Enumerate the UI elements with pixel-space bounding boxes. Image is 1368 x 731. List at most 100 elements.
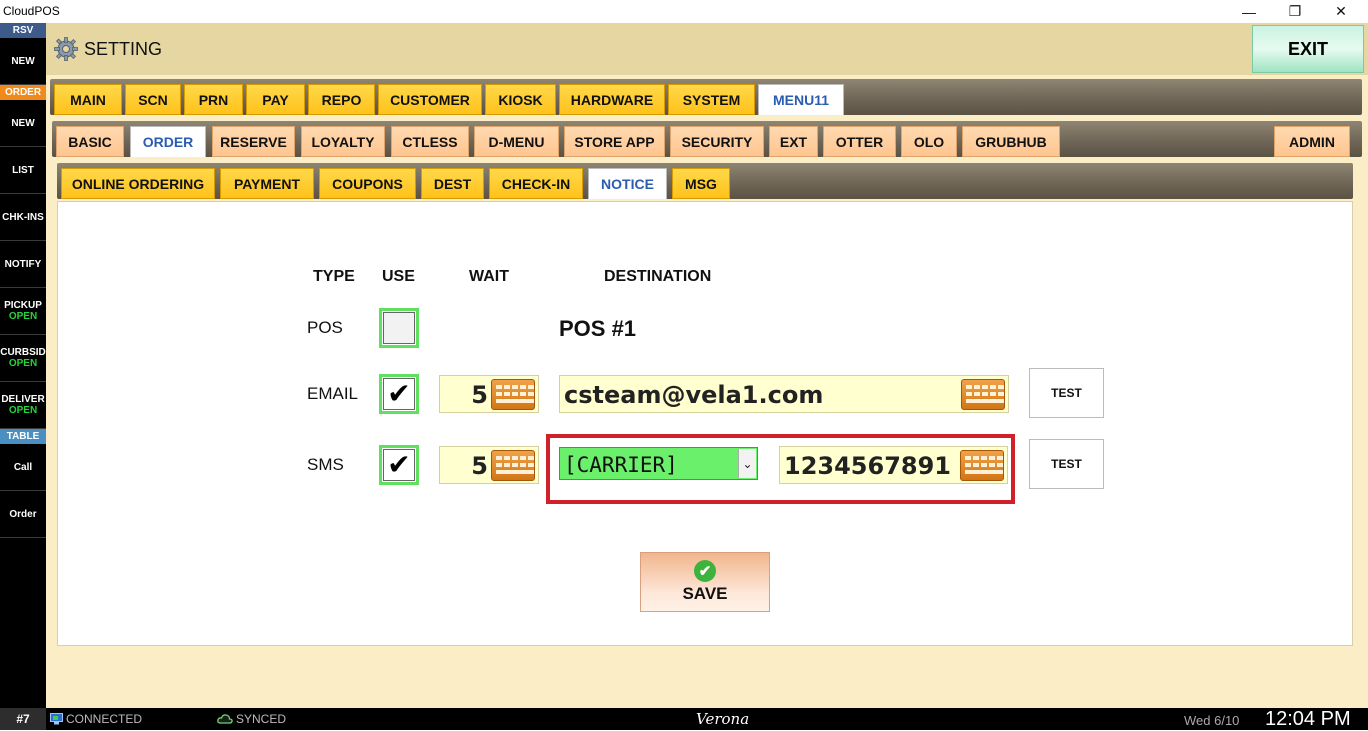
row-label-sms: SMS [307,455,344,474]
connection-status: CONNECTED [66,712,143,726]
sidebar-delivery-button[interactable]: DELIVER OPEN [0,382,46,429]
tab-repo[interactable]: REPO [308,84,375,115]
sidebar-header-table: TABLE [0,429,46,444]
sync-status: SYNCED [236,712,287,726]
row-label-email: EMAIL [307,384,359,403]
email-test-button[interactable]: TEST [1029,368,1104,418]
pos-use-checkbox[interactable] [379,308,419,348]
exit-button[interactable]: EXIT [1252,25,1364,73]
tab-system[interactable]: SYSTEM [668,84,755,115]
tab-otter[interactable]: OTTER [823,126,896,157]
save-button-label: SAVE [682,584,728,603]
tab-msg[interactable]: MSG [672,168,730,199]
save-button[interactable]: ✔ SAVE [640,552,770,612]
curbside-status: OPEN [8,358,38,369]
checkmark-icon: ✔ [383,378,415,410]
carrier-select[interactable]: [CARRIER] ⌄ [559,447,758,480]
column-header-wait: WAIT [469,268,509,285]
tab-grubhub[interactable]: GRUBHUB [962,126,1060,157]
keyboard-icon[interactable] [491,450,535,481]
sms-use-checkbox[interactable]: ✔ [379,445,419,485]
sidebar-notify-button[interactable]: NOTIFY [0,241,46,288]
tab-scn[interactable]: SCN [125,84,181,115]
sidebar-chk-ins-button[interactable]: CHK-INS [0,194,46,241]
tab-online-ordering[interactable]: ONLINE ORDERING [61,168,215,199]
network-icon [50,713,63,725]
tab-coupons[interactable]: COUPONS [319,168,416,199]
column-header-type: TYPE [313,268,355,285]
keyboard-icon[interactable] [491,379,535,410]
sidebar-order-button[interactable]: Order [0,491,46,538]
notice-settings-panel: TYPE USE WAIT DESTINATION POS POS #1 EMA… [57,201,1353,646]
tab-customer[interactable]: CUSTOMER [378,84,482,115]
keyboard-icon[interactable] [961,379,1005,410]
sidebar-item-label: NEW [11,117,35,129]
sidebar-item-label: LIST [12,164,34,176]
setting-header: SETTING EXIT [46,23,1368,75]
pickup-status: OPEN [8,311,38,322]
email-destination-value: csteam@vela1.com [564,381,824,409]
sidebar-list-button[interactable]: LIST [0,147,46,194]
tab-admin[interactable]: ADMIN [1274,126,1350,157]
sms-wait-value: 5 [471,452,488,480]
tab-order[interactable]: ORDER [130,126,206,157]
sidebar-pickup-button[interactable]: PICKUP OPEN [0,288,46,335]
sub-tab-bar: BASIC ORDER RESERVE LOYALTY CTLESS D-MEN… [52,121,1362,157]
main-tab-bar: MAIN SCN PRN PAY REPO CUSTOMER KIOSK HAR… [50,79,1362,115]
sidebar-item-label: PICKUP [4,300,42,311]
email-destination-field[interactable]: csteam@vela1.com [559,375,1009,413]
sidebar-header-order: ORDER [0,85,46,100]
tab-main[interactable]: MAIN [54,84,122,115]
pos-destination: POS #1 [559,316,637,341]
sms-phone-field[interactable]: 1234567891 [779,446,1008,484]
store-name: Verona [696,710,750,728]
main-area: SETTING EXIT MAIN SCN PRN PAY REPO CUSTO… [46,23,1368,708]
sidebar-new-reservation-button[interactable]: NEW [0,38,46,85]
minimize-button[interactable]: — [1226,0,1272,23]
gear-icon [54,37,78,61]
tab-menu11[interactable]: MENU11 [758,84,844,115]
restore-icon: ❐ [1288,3,1302,19]
tab-ext[interactable]: EXT [769,126,818,157]
tab-pay[interactable]: PAY [246,84,305,115]
cloud-icon [217,714,233,724]
sidebar-call-button[interactable]: Call [0,444,46,491]
status-date: Wed 6/10 [1184,713,1240,728]
email-wait-field[interactable]: 5 [439,375,539,413]
left-sidebar: RSV NEW ORDER NEW LIST CHK-INS NOTIFY PI… [0,23,46,708]
tab-dest[interactable]: DEST [421,168,484,199]
sidebar-new-order-button[interactable]: NEW [0,100,46,147]
chevron-down-icon: ⌄ [738,449,756,478]
tab-check-in[interactable]: CHECK-IN [489,168,583,199]
close-button[interactable]: ✕ [1318,0,1364,23]
keyboard-icon[interactable] [960,450,1004,481]
email-use-checkbox[interactable]: ✔ [379,374,419,414]
terminal-number: #7 [0,708,46,730]
tab-ctless[interactable]: CTLESS [391,126,469,157]
app-title: CloudPOS [3,4,60,18]
tab-basic[interactable]: BASIC [56,126,124,157]
sidebar-header-rsv: RSV [0,23,46,38]
minimize-icon: — [1242,3,1256,20]
tab-reserve[interactable]: RESERVE [212,126,295,157]
sms-phone-value: 1234567891 [784,452,951,480]
tab-d-menu[interactable]: D-MENU [474,126,559,157]
delivery-status: OPEN [8,405,38,416]
sidebar-curbside-button[interactable]: CURBSID OPEN [0,335,46,382]
sms-wait-field[interactable]: 5 [439,446,539,484]
tab-store-app[interactable]: STORE APP [564,126,665,157]
tab-notice[interactable]: NOTICE [588,168,667,199]
sidebar-item-label: CHK-INS [2,211,44,223]
tab-kiosk[interactable]: KIOSK [485,84,556,115]
sms-test-button[interactable]: TEST [1029,439,1104,489]
tab-loyalty[interactable]: LOYALTY [301,126,385,157]
sidebar-item-label: NOTIFY [4,258,42,270]
sidebar-item-label: Call [13,461,33,473]
tab-olo[interactable]: OLO [901,126,957,157]
tab-hardware[interactable]: HARDWARE [559,84,665,115]
close-icon: ✕ [1335,3,1347,19]
tab-payment[interactable]: PAYMENT [220,168,314,199]
tab-security[interactable]: SECURITY [670,126,764,157]
restore-button[interactable]: ❐ [1272,0,1318,23]
tab-prn[interactable]: PRN [184,84,243,115]
